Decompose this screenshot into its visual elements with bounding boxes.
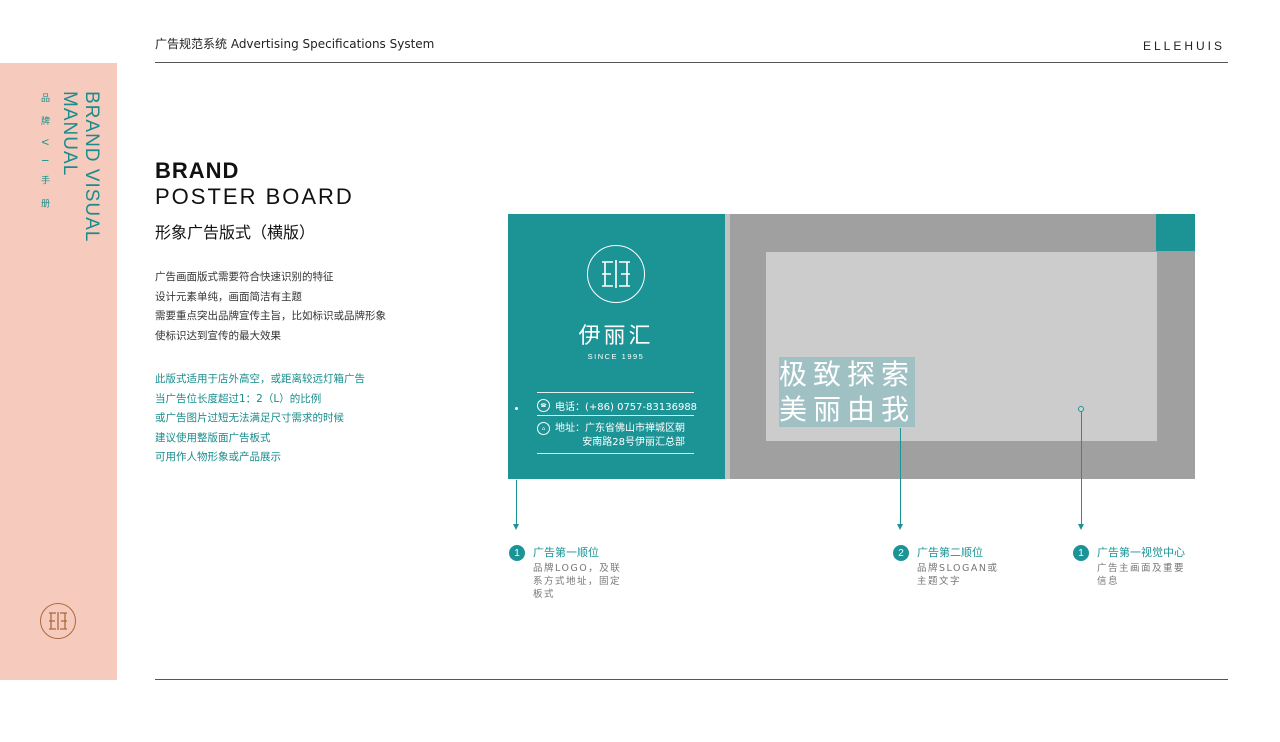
callout-desc: 广告主画面及重要 信息 bbox=[1097, 562, 1185, 588]
callout-arrow bbox=[1078, 524, 1084, 530]
description-line: 使标识达到宣传的最大效果 bbox=[155, 329, 281, 342]
callout-desc-line: 品牌SLOGAN或 bbox=[917, 563, 999, 574]
description-line: 广告画面版式需要符合快速识别的特征 bbox=[155, 271, 334, 283]
description-line: 设计元素单纯，画面简洁有主题 bbox=[155, 290, 302, 303]
poster-corner-accent bbox=[1156, 214, 1195, 251]
description-teal: 此版式适用于店外高空，或距离较远灯箱广告 当广告位长度超过1：2（L）的比例 或… bbox=[155, 370, 365, 468]
poster-phone: ☎ 电话：(+86) 0757-83136988 bbox=[537, 398, 697, 413]
poster-phone-text: 电话：(+86) 0757-83136988 bbox=[555, 402, 698, 413]
callout-connector bbox=[516, 480, 517, 525]
description-line: 或广告图片过短无法满足尺寸需求的时候 bbox=[155, 412, 344, 424]
section-title-light: POSTER BOARD bbox=[155, 184, 354, 209]
description-line: 需要重点突出品牌宣传主旨，比如标识或品牌形象 bbox=[155, 310, 386, 322]
callout-desc: 品牌SLOGAN或 主题文字 bbox=[917, 562, 998, 588]
poster-dot bbox=[515, 407, 518, 410]
header-title: 广告规范系统 Advertising Specifications System bbox=[155, 37, 435, 51]
poster-divider bbox=[537, 453, 694, 454]
callout-desc-line: 系方式地址，固定 bbox=[533, 576, 622, 587]
callout-number: 1 bbox=[1073, 545, 1089, 561]
callout-title: 广告第一顺位 bbox=[533, 546, 599, 559]
callout-title: 广告第一视觉中心 bbox=[1097, 546, 1185, 559]
poster-monogram-icon bbox=[587, 245, 645, 303]
poster-address: ⌂ 地址：广东省佛山市禅城区朝 安南路28号伊丽汇总部 bbox=[537, 422, 685, 450]
callout-desc: 品牌LOGO，及联 系方式地址，固定 板式 bbox=[533, 562, 621, 601]
description-line: 此版式适用于店外高空，或距离较远灯箱广告 bbox=[155, 373, 365, 385]
description-line: 建议使用整版面广告板式 bbox=[155, 431, 271, 444]
description-dark: 广告画面版式需要符合快速识别的特征 设计元素单纯，画面简洁有主题 需要重点突出品… bbox=[155, 268, 386, 346]
callout-title: 广告第二顺位 bbox=[917, 546, 983, 559]
footer-divider bbox=[155, 679, 1228, 680]
description-line: 当广告位长度超过1：2（L）的比例 bbox=[155, 392, 322, 405]
callout-desc-line: 信息 bbox=[1097, 576, 1120, 587]
callout-desc-line: 广告主画面及重要 bbox=[1097, 563, 1186, 574]
brand-wordmark: ELLEHUIS bbox=[1142, 39, 1225, 53]
sidebar-title-line2: MANUAL bbox=[59, 91, 80, 177]
section-title-cn: 形象广告版式（横版） bbox=[155, 223, 316, 242]
callout-desc-line: 品牌LOGO，及联 bbox=[533, 563, 622, 574]
slogan-line1: 极致探索 bbox=[779, 358, 916, 391]
sidebar-subtitle: 品牌VI手册 bbox=[39, 93, 49, 222]
callout-connector bbox=[900, 428, 901, 525]
poster-slogan: 极致探索 美丽由我 bbox=[779, 357, 916, 427]
callout-arrow bbox=[897, 524, 903, 530]
callout-arrow bbox=[513, 524, 519, 530]
poster-divider bbox=[537, 415, 694, 416]
callout-item: 1 广告第一视觉中心 广告主画面及重要 信息 bbox=[1073, 545, 1185, 588]
ellehuis-monogram-icon bbox=[40, 603, 76, 639]
location-icon: ⌂ bbox=[537, 422, 550, 435]
header-divider bbox=[155, 62, 1228, 63]
callout-item: 1 广告第一顺位 品牌LOGO，及联 系方式地址，固定 板式 bbox=[509, 545, 621, 601]
section-title-bold: BRAND bbox=[155, 158, 240, 183]
phone-icon: ☎ bbox=[537, 399, 550, 412]
poster-address-line2: 安南路28号伊丽汇总部 bbox=[582, 437, 685, 448]
callout-connector bbox=[1081, 412, 1082, 525]
callout-number: 2 bbox=[893, 545, 909, 561]
poster-divider bbox=[537, 392, 694, 393]
callout-desc-line: 板式 bbox=[533, 589, 556, 600]
callout-desc-line: 主题文字 bbox=[917, 576, 962, 587]
poster-logo-name: 伊丽汇 bbox=[578, 324, 654, 349]
sidebar: BRAND VISUAL MANUAL 品牌VI手册 bbox=[0, 63, 117, 680]
poster-since: SINCE 1995 bbox=[587, 352, 645, 361]
sidebar-title: BRAND VISUAL MANUAL bbox=[58, 91, 102, 242]
poster-address-line1: 地址：广东省佛山市禅城区朝 bbox=[555, 423, 685, 434]
description-line: 可用作人物形象或产品展示 bbox=[155, 451, 281, 463]
slogan-line2: 美丽由我 bbox=[779, 393, 916, 426]
callout-number: 1 bbox=[509, 545, 525, 561]
callout-item: 2 广告第二顺位 品牌SLOGAN或 主题文字 bbox=[893, 545, 998, 588]
sidebar-title-line1: BRAND VISUAL bbox=[81, 91, 102, 243]
